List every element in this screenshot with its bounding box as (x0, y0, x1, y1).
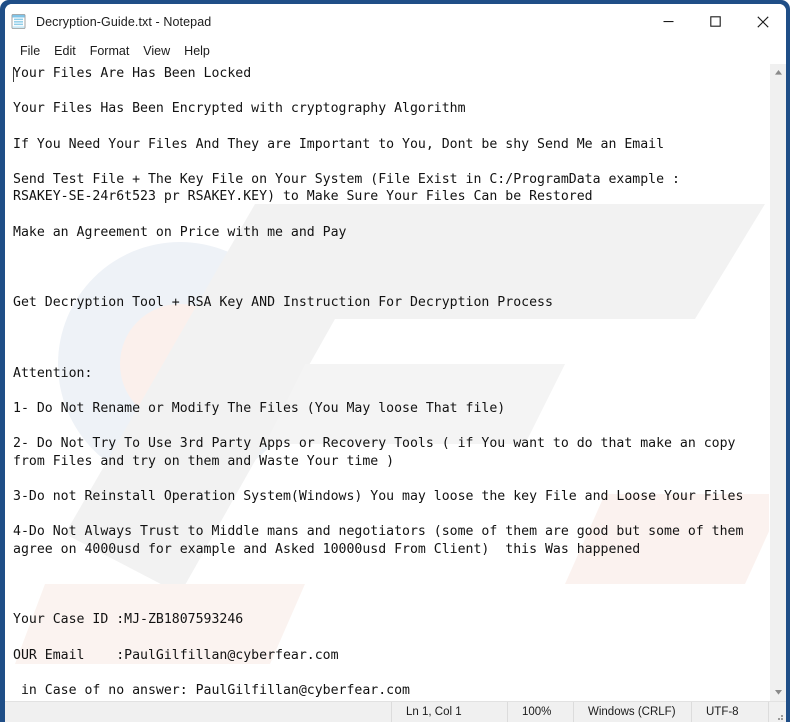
scroll-up-button[interactable] (770, 64, 786, 81)
notepad-window: Decryption-Guide.txt - Notepad File Edit… (0, 0, 790, 722)
status-zoom-level[interactable]: 100% (507, 701, 573, 722)
window-title: Decryption-Guide.txt - Notepad (36, 14, 212, 29)
resize-grip-icon[interactable] (769, 702, 786, 722)
title-bar[interactable]: Decryption-Guide.txt - Notepad (5, 4, 786, 39)
menu-item-help[interactable]: Help (177, 42, 217, 61)
menu-item-edit[interactable]: Edit (47, 42, 83, 61)
status-line-ending[interactable]: Windows (CRLF) (573, 701, 691, 722)
status-encoding[interactable]: UTF-8 (691, 701, 769, 722)
close-button[interactable] (739, 4, 786, 39)
caption-button-group (645, 4, 786, 39)
maximize-icon (710, 16, 721, 27)
close-icon (756, 15, 769, 28)
notepad-text-content[interactable]: Your Files Are Has Been Locked Your File… (5, 64, 769, 701)
minimize-icon (663, 21, 674, 23)
resize-grip-glyph (778, 714, 783, 720)
scroll-down-button[interactable] (770, 684, 786, 701)
menu-bar: File Edit Format View Help (5, 39, 786, 64)
text-caret (13, 67, 14, 82)
window-client-area: Decryption-Guide.txt - Notepad File Edit… (5, 4, 786, 722)
editor-region: Your Files Are Has Been Locked Your File… (5, 64, 786, 701)
menu-item-file[interactable]: File (13, 42, 47, 61)
status-bar: Ln 1, Col 1 100% Windows (CRLF) UTF-8 (5, 701, 786, 722)
minimize-button[interactable] (645, 4, 692, 39)
scroll-thumb[interactable] (770, 81, 786, 641)
menu-item-view[interactable]: View (136, 42, 177, 61)
vertical-scrollbar[interactable] (769, 64, 786, 701)
maximize-button[interactable] (692, 4, 739, 39)
status-line-column[interactable]: Ln 1, Col 1 (391, 701, 507, 722)
notepad-icon (11, 14, 26, 29)
scroll-up-icon (774, 70, 782, 75)
scroll-down-icon (774, 690, 782, 695)
menu-item-format[interactable]: Format (83, 42, 137, 61)
